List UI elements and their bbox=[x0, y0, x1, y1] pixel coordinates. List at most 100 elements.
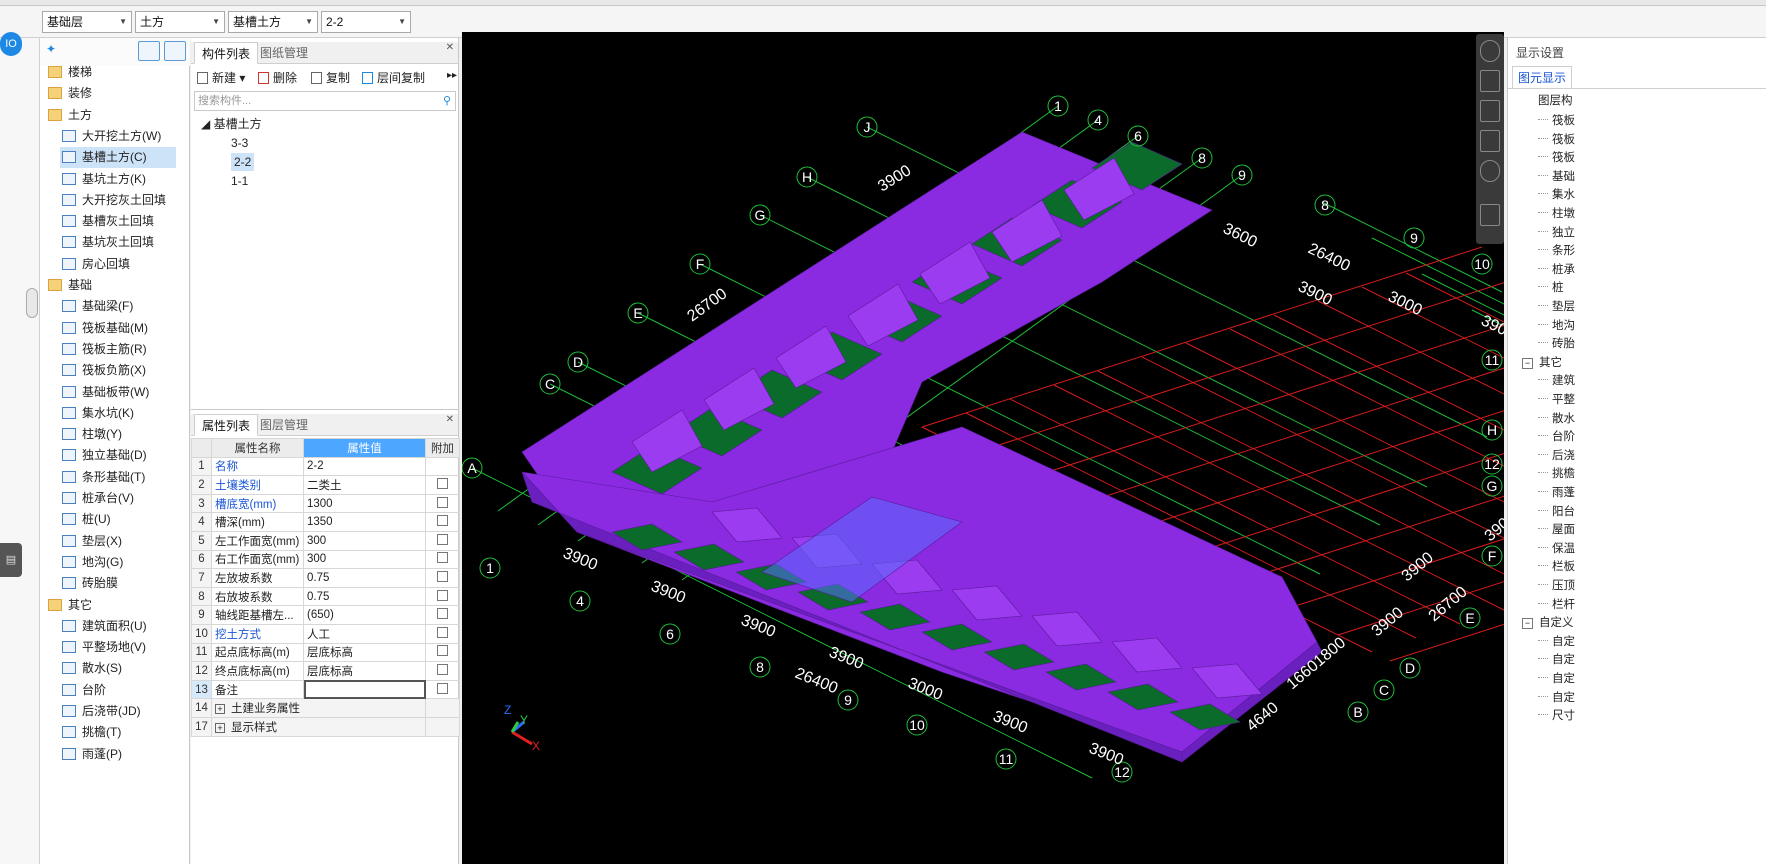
extra-checkbox[interactable] bbox=[437, 608, 448, 620]
nav-item[interactable]: 基槽灰土回填 bbox=[60, 211, 176, 232]
component-search-input[interactable]: 搜索构件... ⚲ bbox=[194, 91, 456, 111]
nav-item[interactable]: 基坑灰土回填 bbox=[60, 232, 176, 253]
extra-checkbox[interactable] bbox=[437, 552, 448, 564]
tree-item-selected[interactable]: 2-2 bbox=[231, 153, 255, 171]
layer-item[interactable]: 地沟 bbox=[1538, 317, 1575, 336]
nav-item[interactable]: 条形基础(T) bbox=[60, 467, 176, 488]
property-row[interactable]: 10 挖土方式 人工 bbox=[191, 623, 460, 644]
nav-item[interactable]: 垫层(X) bbox=[60, 531, 176, 552]
tab-drawing-manage[interactable]: 图纸管理 bbox=[253, 42, 315, 64]
nav-item[interactable]: 筏板负筋(X) bbox=[60, 360, 176, 381]
property-value[interactable] bbox=[303, 679, 426, 700]
property-group[interactable]: + 显示样式 bbox=[211, 716, 426, 737]
tab-property-list[interactable]: 属性列表 bbox=[194, 414, 259, 436]
floor-copy-button[interactable]: 层间复制 bbox=[362, 68, 425, 88]
layer-item[interactable]: 筏板 bbox=[1538, 131, 1575, 150]
layer-item[interactable]: 栏杆 bbox=[1538, 596, 1575, 615]
expand-icon[interactable]: + bbox=[215, 704, 225, 715]
orbit-icon[interactable] bbox=[1480, 40, 1500, 62]
collapse-icon[interactable]: − bbox=[1522, 357, 1533, 369]
layer-item[interactable]: 散水 bbox=[1538, 410, 1575, 429]
tree-item[interactable]: 1-1 bbox=[231, 172, 248, 190]
layer-item[interactable]: 自定 bbox=[1538, 633, 1575, 652]
layer-item[interactable]: 屋面 bbox=[1538, 521, 1575, 540]
layer-item[interactable]: 栏板 bbox=[1538, 558, 1575, 577]
close-icon[interactable]: ✕ bbox=[446, 42, 454, 53]
extra-checkbox[interactable] bbox=[437, 645, 448, 657]
property-row[interactable]: 9 轴线距基槽左... (650) bbox=[191, 605, 460, 625]
layer-item[interactable]: 筏板 bbox=[1538, 149, 1575, 168]
nav-item[interactable]: 挑檐(T) bbox=[60, 722, 176, 743]
property-row[interactable]: 1 名称 2-2 bbox=[191, 456, 460, 477]
nav-item[interactable]: 基坑土方(K) bbox=[60, 169, 176, 190]
property-row[interactable]: 7 左放坡系数 0.75 bbox=[191, 568, 460, 588]
nav-group[interactable]: 装修 bbox=[46, 83, 176, 104]
property-value[interactable]: 二类土 bbox=[303, 475, 426, 495]
extra-checkbox[interactable] bbox=[437, 663, 448, 675]
property-row[interactable]: 2 土壤类别 二类土 bbox=[191, 475, 460, 495]
property-value[interactable]: 1350 bbox=[303, 512, 426, 532]
nav-item[interactable]: 柱墩(Y) bbox=[60, 424, 176, 445]
property-value[interactable]: 300 bbox=[303, 530, 426, 551]
sparkle-icon[interactable]: ✦ bbox=[46, 42, 56, 56]
layer-item[interactable]: 筏板 bbox=[1538, 112, 1575, 131]
close-icon[interactable]: ✕ bbox=[446, 414, 454, 425]
nav-group[interactable]: 其它 bbox=[46, 595, 176, 616]
3d-viewport[interactable]: J H G F E D C A 1 4 6 8 9 1 4 6 8 9 10 11 12 8 9 10 11 12 H G F E D C B 3… bbox=[462, 32, 1504, 864]
copy-button[interactable]: 复制 bbox=[311, 68, 350, 88]
list-view-icon[interactable] bbox=[138, 41, 160, 61]
more-icon[interactable]: ▸▸ bbox=[447, 70, 457, 81]
2d-view-icon[interactable] bbox=[1480, 70, 1500, 92]
category-select[interactable]: 土方 ▼ bbox=[135, 11, 225, 33]
property-value[interactable]: 300 bbox=[303, 549, 426, 570]
tab-layer-manage[interactable]: 图层管理 bbox=[253, 414, 315, 436]
nav-item[interactable]: 后浇带(JD) bbox=[60, 701, 176, 722]
trench-model[interactable] bbox=[521, 131, 1323, 763]
layer-item[interactable]: 雨蓬 bbox=[1538, 484, 1575, 503]
extra-checkbox[interactable] bbox=[437, 570, 448, 582]
property-value[interactable]: 0.75 bbox=[303, 586, 426, 607]
tree-item[interactable]: 3-3 bbox=[231, 134, 248, 152]
layer-item[interactable]: 自定 bbox=[1538, 670, 1575, 689]
layer-group[interactable]: − 自定义 bbox=[1522, 614, 1574, 633]
property-row[interactable]: 5 左工作面宽(mm) 300 bbox=[191, 530, 460, 551]
type-select[interactable]: 基槽土方 ▼ bbox=[228, 11, 318, 33]
tab-component-list[interactable]: 构件列表 bbox=[194, 42, 259, 64]
expand-icon[interactable]: + bbox=[215, 722, 225, 733]
extra-checkbox[interactable] bbox=[437, 626, 448, 638]
nav-item[interactable]: 平整场地(V) bbox=[60, 637, 176, 658]
layer-item[interactable]: 尺寸 bbox=[1538, 707, 1575, 726]
layer-item[interactable]: 条形 bbox=[1538, 242, 1575, 261]
new-button[interactable]: 新建 ▾ bbox=[197, 68, 245, 88]
layer-item[interactable]: 保温 bbox=[1538, 540, 1575, 559]
rail-scroll-handle[interactable] bbox=[26, 288, 38, 318]
nav-item[interactable]: 基槽土方(C) bbox=[60, 147, 176, 169]
rotate-icon[interactable] bbox=[1480, 160, 1500, 182]
delete-button[interactable]: 删除 bbox=[258, 68, 297, 88]
layer-item[interactable]: 阳台 bbox=[1538, 503, 1575, 522]
extra-checkbox[interactable] bbox=[437, 515, 448, 527]
nav-group[interactable]: 楼梯 bbox=[46, 62, 176, 83]
nav-item[interactable]: 独立基础(D) bbox=[60, 445, 176, 466]
floor-select[interactable]: 基础层 ▼ bbox=[42, 11, 132, 33]
layer-item[interactable]: 垫层 bbox=[1538, 298, 1575, 317]
nav-item[interactable]: 基础板带(W) bbox=[60, 382, 176, 403]
layer-item[interactable]: 后浇 bbox=[1538, 447, 1575, 466]
nav-item[interactable]: 桩(U) bbox=[60, 509, 176, 530]
property-row[interactable]: 13 备注 bbox=[191, 679, 460, 700]
nav-item[interactable]: 集水坑(K) bbox=[60, 403, 176, 424]
layer-item[interactable]: 建筑 bbox=[1538, 372, 1575, 391]
property-value[interactable]: 0.75 bbox=[303, 568, 426, 588]
layer-group[interactable]: − 其它 bbox=[1522, 354, 1562, 373]
layer-item[interactable]: 基础 bbox=[1538, 168, 1575, 187]
layer-item[interactable]: 挑檐 bbox=[1538, 465, 1575, 484]
nav-item[interactable]: 散水(S) bbox=[60, 658, 176, 679]
module-switch-button[interactable]: IO bbox=[0, 32, 22, 56]
property-value[interactable]: 层底标高 bbox=[303, 642, 426, 663]
property-row[interactable]: 4 槽深(mm) 1350 bbox=[191, 512, 460, 532]
layer-item[interactable]: 砖胎 bbox=[1538, 335, 1575, 354]
property-row[interactable]: 12 终点底标高(m) 层底标高 bbox=[191, 661, 460, 681]
property-row[interactable]: 6 右工作面宽(mm) 300 bbox=[191, 549, 460, 570]
property-value[interactable]: 2-2 bbox=[303, 456, 426, 477]
item-select[interactable]: 2-2 ▼ bbox=[321, 11, 411, 33]
